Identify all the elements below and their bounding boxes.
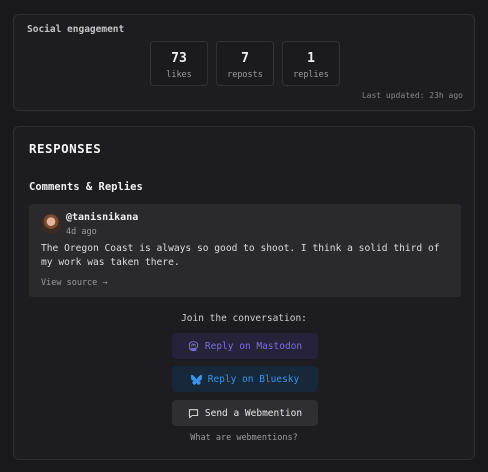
responses-card: RESPONSES Comments & Replies @tanisnikan… <box>13 126 475 460</box>
last-updated: Last updated: 23h ago <box>361 91 463 100</box>
send-webmention-label: Send a Webmention <box>204 407 303 419</box>
reply-mastodon-label: Reply on Mastodon <box>204 340 303 352</box>
replies-stat: 1 replies <box>282 41 340 86</box>
comment-time: 4d ago <box>66 227 97 237</box>
likes-count: 73 <box>171 51 187 66</box>
view-source-link[interactable]: View source → <box>41 278 108 288</box>
likes-stat: 73 likes <box>150 41 208 86</box>
social-engagement-card: Social engagement 73 likes 7 reposts 1 r… <box>13 14 475 111</box>
comment-text: The Oregon Coast is always so good to sh… <box>41 243 440 268</box>
mastodon-icon <box>188 340 198 351</box>
responses-title: RESPONSES <box>29 141 102 156</box>
speech-bubble-icon <box>188 408 198 418</box>
comments-heading: Comments & Replies <box>29 181 143 193</box>
likes-label: likes <box>166 70 192 80</box>
reply-bluesky-button[interactable]: Reply on Bluesky <box>172 366 318 392</box>
reposts-count: 7 <box>241 51 249 66</box>
reply-bluesky-label: Reply on Bluesky <box>207 373 300 385</box>
reposts-stat: 7 reposts <box>216 41 274 86</box>
bluesky-icon <box>190 374 202 385</box>
what-are-webmentions-link[interactable]: What are webmentions? <box>14 433 474 443</box>
join-label: Join the conversation: <box>181 313 307 324</box>
replies-label: replies <box>293 70 329 80</box>
reposts-label: reposts <box>227 70 263 80</box>
comment-author[interactable]: @tanisnikana <box>66 212 138 223</box>
engagement-title: Social engagement <box>27 24 125 35</box>
replies-count: 1 <box>307 51 315 66</box>
reply-mastodon-button[interactable]: Reply on Mastodon <box>172 333 318 359</box>
avatar[interactable] <box>41 214 61 234</box>
comment-item: @tanisnikana 4d ago The Oregon Coast is … <box>29 204 461 297</box>
send-webmention-button[interactable]: Send a Webmention <box>172 400 318 426</box>
